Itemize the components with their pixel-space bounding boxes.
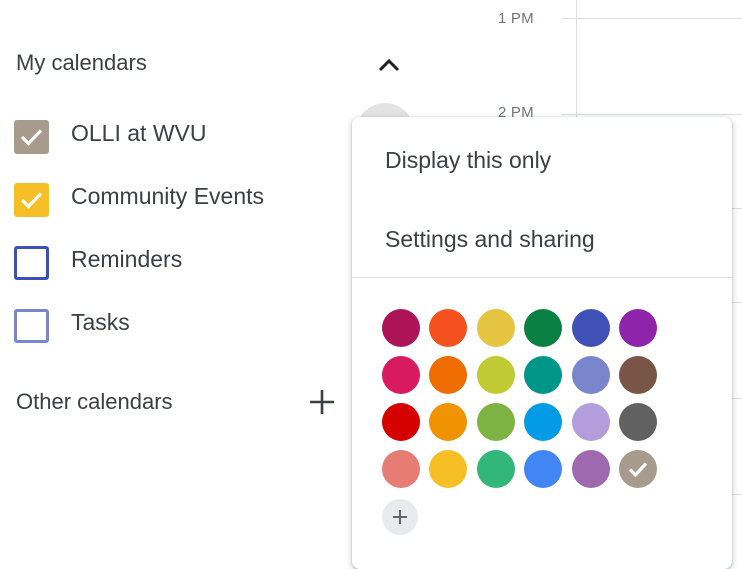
- checkbox-checked[interactable]: [14, 120, 49, 154]
- hour-tick: [562, 18, 576, 19]
- chevron-up-icon[interactable]: [374, 53, 404, 77]
- color-swatch[interactable]: [524, 450, 562, 488]
- hour-gridline: [576, 18, 742, 19]
- plus-icon: [393, 510, 407, 524]
- add-custom-color-button[interactable]: [382, 499, 418, 535]
- color-swatch[interactable]: [477, 450, 515, 488]
- color-swatch[interactable]: [524, 309, 562, 347]
- calendar-item-community-events[interactable]: Community Events: [0, 173, 340, 223]
- calendar-item-olli-at-wvu[interactable]: OLLI at WVU: [0, 110, 340, 160]
- color-swatch[interactable]: [572, 450, 610, 488]
- calendar-item-reminders[interactable]: Reminders: [0, 236, 340, 286]
- color-swatch[interactable]: [477, 356, 515, 394]
- my-calendars-title[interactable]: My calendars: [16, 50, 147, 76]
- color-swatch[interactable]: [477, 403, 515, 441]
- menu-item-settings-and-sharing[interactable]: Settings and sharing: [352, 204, 732, 270]
- hour-tick: [562, 114, 576, 115]
- color-swatch[interactable]: [619, 356, 657, 394]
- checkbox-checked[interactable]: [14, 183, 49, 217]
- calendar-item-tasks[interactable]: Tasks: [0, 299, 340, 349]
- calendar-label: OLLI at WVU: [71, 120, 207, 146]
- color-swatch[interactable]: [429, 356, 467, 394]
- color-swatch[interactable]: [572, 403, 610, 441]
- calendar-label: Reminders: [71, 246, 183, 272]
- color-swatch[interactable]: [429, 403, 467, 441]
- color-swatch[interactable]: [429, 309, 467, 347]
- color-swatch[interactable]: [524, 403, 562, 441]
- color-swatch[interactable]: [382, 309, 420, 347]
- color-swatch[interactable]: [524, 356, 562, 394]
- hour-gridline: [576, 114, 742, 115]
- plus-icon: [310, 390, 334, 414]
- color-swatch[interactable]: [382, 403, 420, 441]
- calendar-options-menu: Display this only Settings and sharing: [352, 117, 732, 569]
- menu-item-label: Display this only: [385, 147, 552, 173]
- check-icon: [20, 129, 43, 146]
- color-swatch[interactable]: [429, 450, 467, 488]
- check-icon: [628, 462, 648, 478]
- color-swatch[interactable]: [572, 309, 610, 347]
- menu-divider: [352, 277, 732, 278]
- checkbox-unchecked[interactable]: [14, 246, 49, 280]
- check-icon: [20, 192, 43, 209]
- time-label-1pm: 1 PM: [498, 10, 534, 27]
- calendar-label: Community Events: [71, 183, 265, 209]
- menu-item-display-this-only[interactable]: Display this only: [352, 125, 732, 191]
- menu-item-label: Settings and sharing: [385, 226, 595, 252]
- add-other-calendars-button[interactable]: [305, 385, 339, 419]
- color-swatch[interactable]: [619, 450, 657, 488]
- other-calendars-title[interactable]: Other calendars: [16, 389, 173, 415]
- color-swatch[interactable]: [572, 356, 610, 394]
- color-swatch[interactable]: [619, 309, 657, 347]
- color-swatch[interactable]: [477, 309, 515, 347]
- color-swatch[interactable]: [382, 356, 420, 394]
- calendar-label: Tasks: [71, 309, 130, 335]
- color-swatch[interactable]: [382, 450, 420, 488]
- color-swatch[interactable]: [619, 403, 657, 441]
- checkbox-unchecked[interactable]: [14, 309, 49, 343]
